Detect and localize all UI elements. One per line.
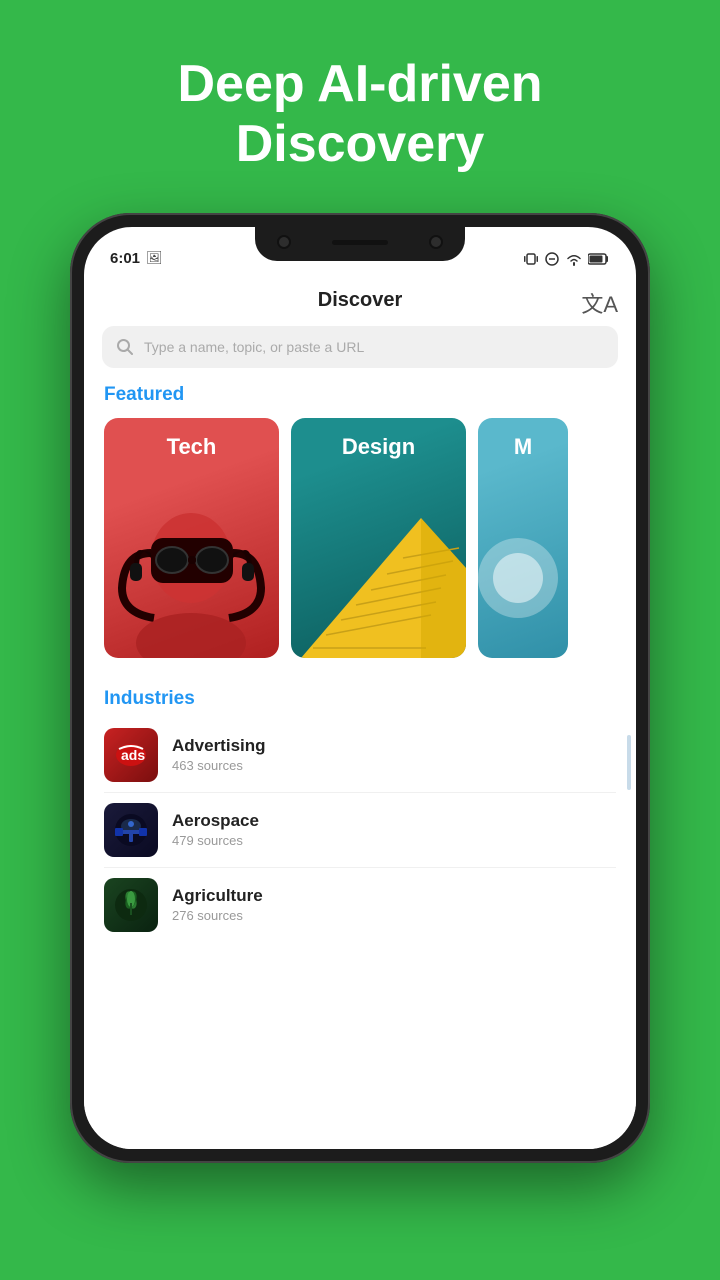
search-bar[interactable]: Type a name, topic, or paste a URL [102,326,618,368]
notch-camera-left [277,235,291,249]
status-time: 6:01 [110,250,140,267]
industry-info-agriculture: Agriculture 276 sources [172,886,263,923]
search-icon [116,338,134,356]
notch-speaker [332,240,388,245]
featured-card-m[interactable]: M [478,418,568,658]
tech-card-label: Tech [104,434,279,460]
featured-cards-row[interactable]: Tech [84,418,636,658]
phone-screen: 6:01 🖼 [84,227,636,1149]
design-card-label: Design [291,434,466,460]
notch [255,227,465,261]
industry-thumb-aerospace [104,803,158,857]
industry-name-agriculture: Agriculture [172,886,263,906]
vibrate-icon [523,251,539,267]
industries-section: Industries ads Adverti [84,668,636,942]
tech-visual [104,458,279,658]
featured-section: Featured Tech [84,382,636,658]
app-header-title: Discover [318,289,403,312]
industry-item-advertising[interactable]: ads Advertising 463 sources [104,718,616,793]
phone-mockup: 6:01 🖼 [70,213,650,1163]
dnd-icon [544,251,560,267]
industry-name-advertising: Advertising [172,736,266,756]
industry-name-aerospace: Aerospace [172,811,259,831]
industry-thumb-advertising: ads [104,728,158,782]
scroll-hint [627,735,631,790]
m-card-label: M [478,434,568,460]
industry-thumb-agriculture [104,878,158,932]
search-placeholder-text: Type a name, topic, or paste a URL [144,339,364,355]
industries-label: Industries [104,688,616,710]
featured-card-tech[interactable]: Tech [104,418,279,658]
industry-item-agriculture[interactable]: Agriculture 276 sources [104,868,616,942]
battery-icon [588,253,610,265]
translate-button[interactable]: 文A [581,287,618,319]
app-content: Discover 文A Type a name, topic, or paste… [84,275,636,1149]
featured-label: Featured [84,382,636,418]
hero-title: Deep AI-driven Discovery [90,55,630,175]
featured-card-design[interactable]: Design [291,418,466,658]
m-card-visual [478,518,568,638]
phone-shell: 6:01 🖼 [70,213,650,1163]
industry-sources-advertising: 463 sources [172,758,266,773]
wifi-icon [565,252,583,266]
status-icons [523,251,610,267]
industry-sources-aerospace: 479 sources [172,833,259,848]
design-visual [291,458,466,658]
notch-camera-right [429,235,443,249]
photo-icon: 🖼 [146,250,163,266]
app-header: Discover 文A [84,275,636,322]
hero-section: Deep AI-driven Discovery 6:01 🖼 [0,0,720,1163]
industry-info-aerospace: Aerospace 479 sources [172,811,259,848]
industry-item-aerospace[interactable]: Aerospace 479 sources [104,793,616,868]
industry-info-advertising: Advertising 463 sources [172,736,266,773]
industry-sources-agriculture: 276 sources [172,908,263,923]
